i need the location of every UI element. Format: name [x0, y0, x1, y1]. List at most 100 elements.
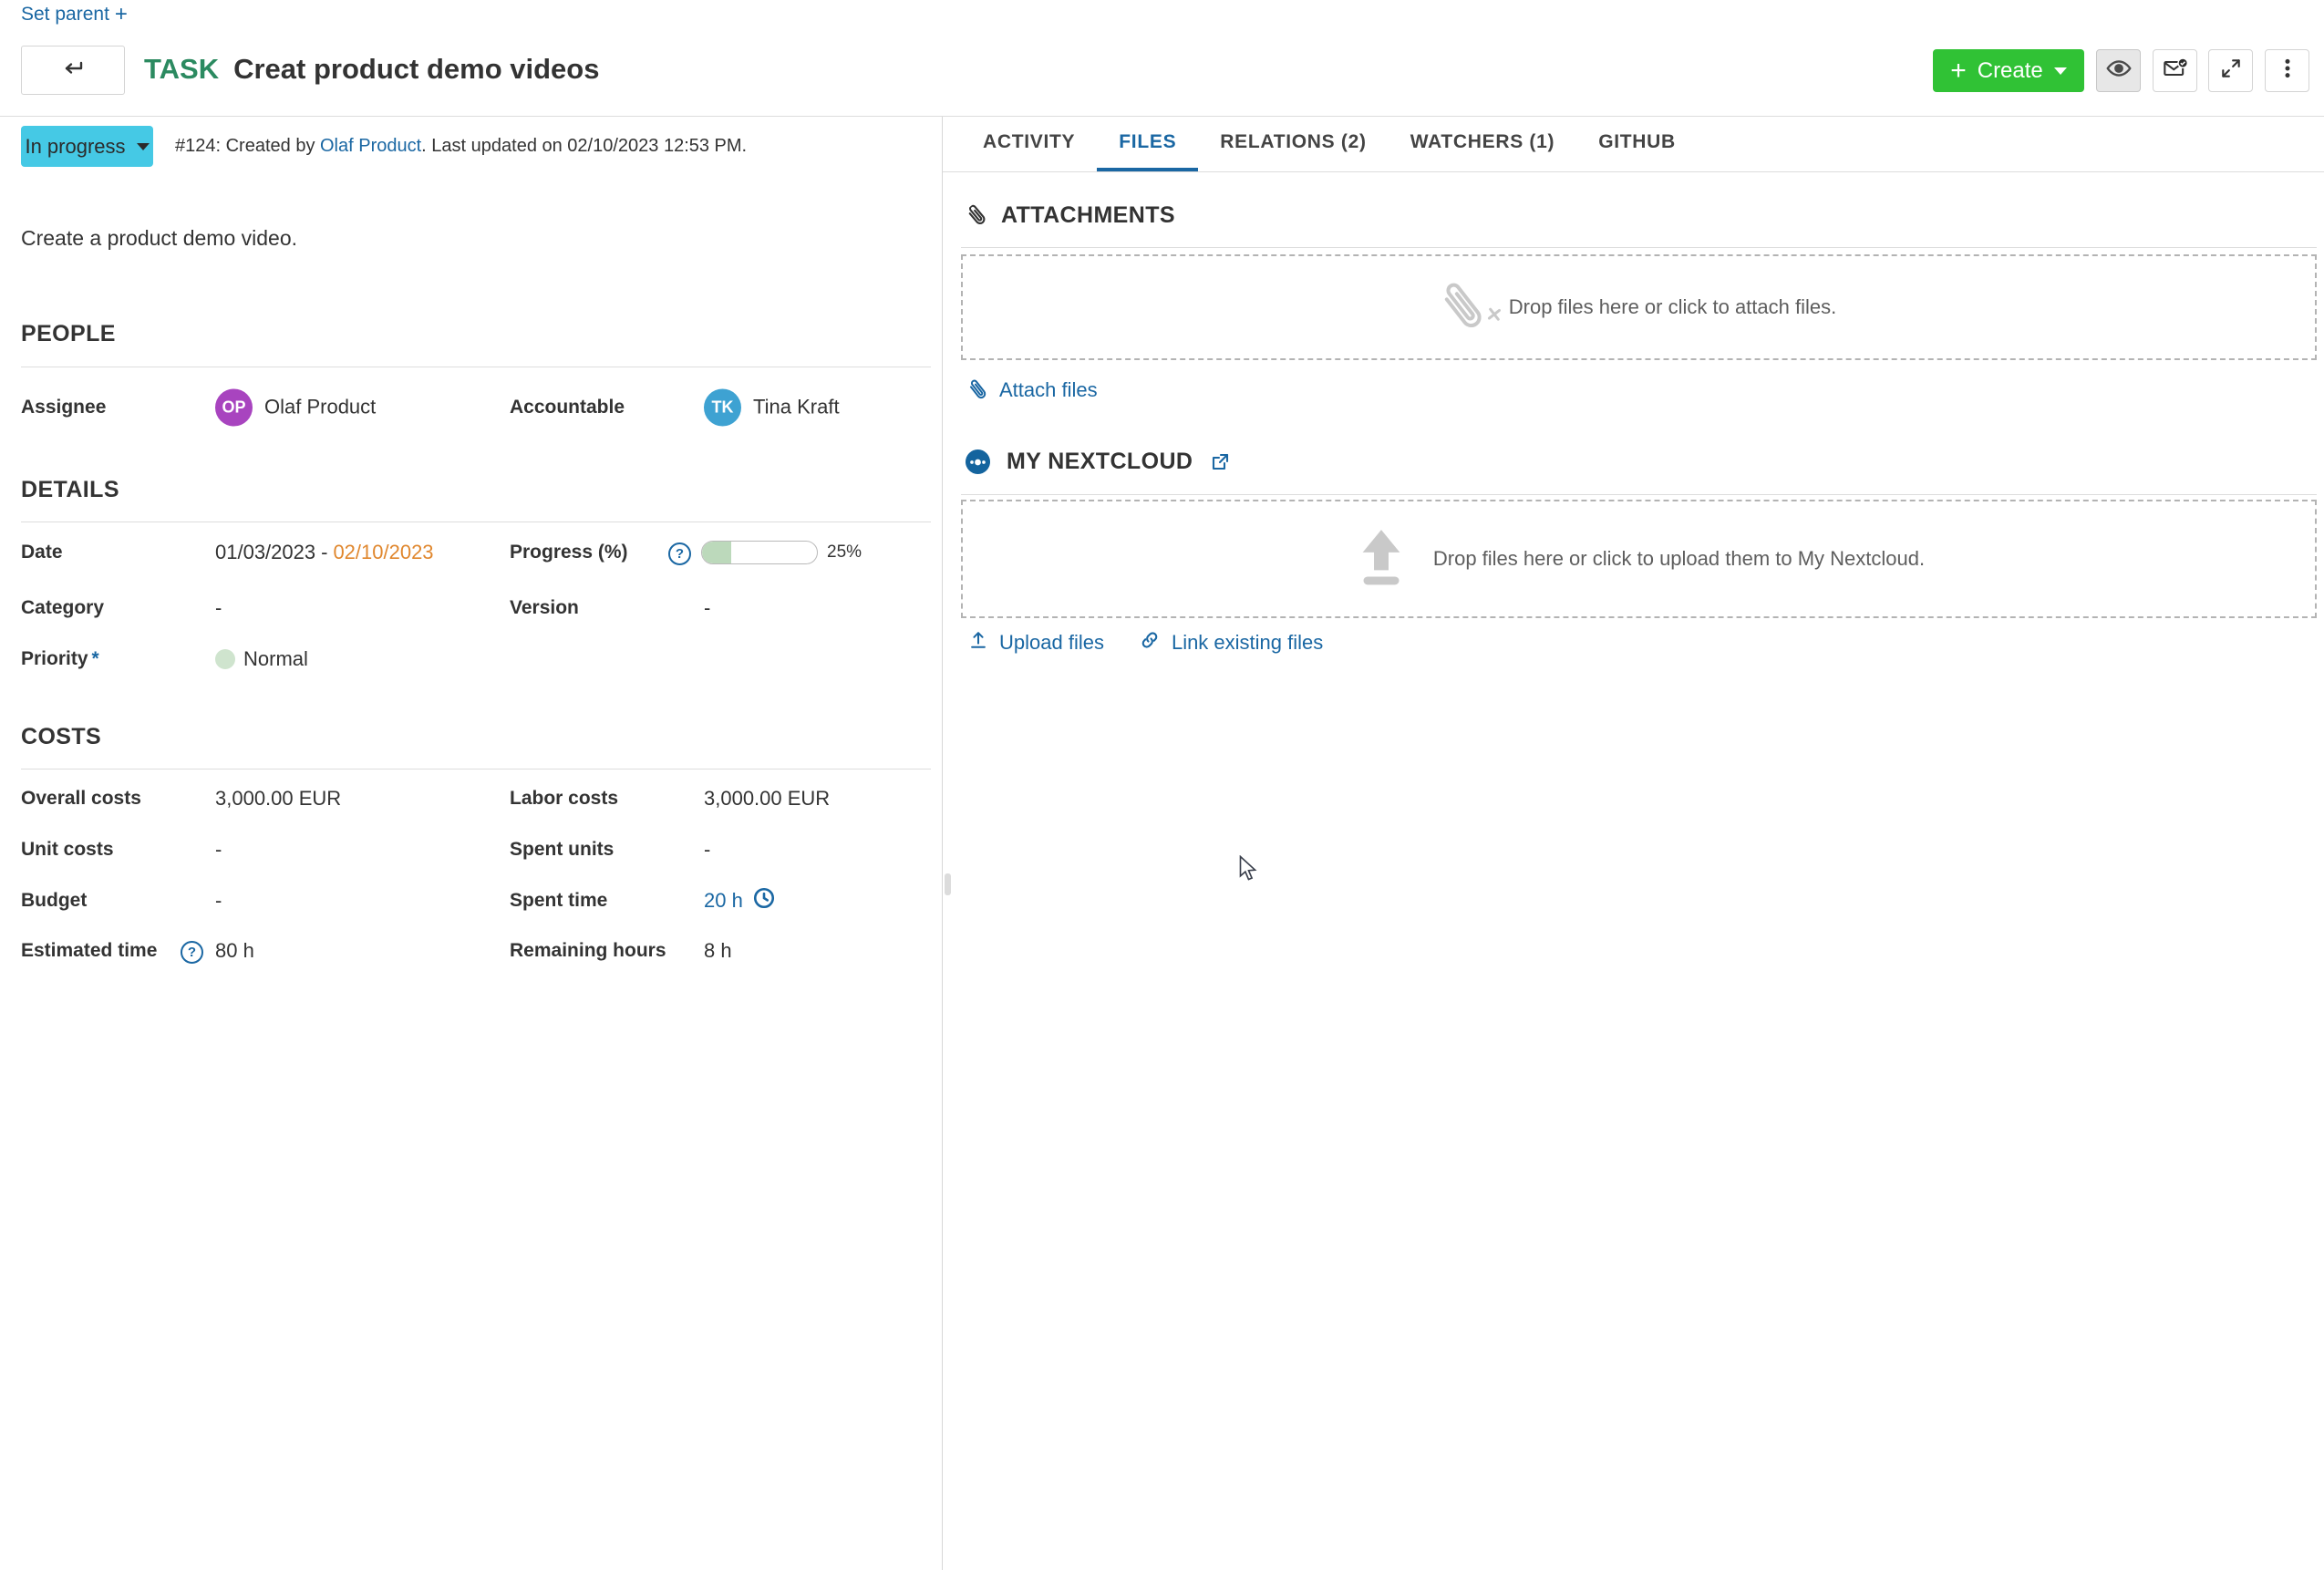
- overall-costs-label: Overall costs: [21, 788, 141, 810]
- nextcloud-dropzone-text: Drop files here or click to upload them …: [1433, 547, 1925, 571]
- attachments-dropzone-text: Drop files here or click to attach files…: [1509, 295, 1836, 319]
- envelope-check-icon: [2163, 56, 2188, 86]
- progress-percent-text: 25%: [827, 542, 862, 563]
- people-row: Assignee OP Olaf Product Accountable TK …: [0, 387, 942, 428]
- costs-section-heading: COSTS: [21, 724, 101, 750]
- page-title: TASK Creat product demo videos: [144, 53, 599, 86]
- category-value[interactable]: -: [215, 596, 222, 620]
- set-parent-link[interactable]: Set parent +: [21, 4, 128, 26]
- attachments-heading: ATTACHMENTS: [966, 202, 1175, 229]
- work-package-meta: #124: Created by Olaf Product. Last upda…: [175, 126, 747, 167]
- required-marker: *: [92, 648, 99, 669]
- spent-time-value[interactable]: 20 h: [704, 886, 776, 915]
- fullscreen-button[interactable]: [2208, 49, 2253, 92]
- work-package-type[interactable]: TASK: [144, 53, 219, 86]
- plus-icon: +: [115, 5, 128, 24]
- avatar: OP: [215, 388, 253, 426]
- help-icon[interactable]: ?: [668, 542, 691, 565]
- plus-icon: +: [1950, 60, 1967, 82]
- version-label: Version: [510, 597, 579, 619]
- more-actions-button[interactable]: [2265, 49, 2309, 92]
- labor-costs-label: Labor costs: [510, 788, 618, 810]
- progress-bar[interactable]: [701, 541, 818, 564]
- priority-row: Priority* Normal: [0, 638, 942, 679]
- chevron-down-icon: [137, 143, 150, 150]
- spent-time-label: Spent time: [510, 890, 607, 912]
- link-existing-files-link[interactable]: Link existing files: [1139, 629, 1323, 656]
- unit-costs-label: Unit costs: [21, 839, 114, 861]
- upload-files-label: Upload files: [999, 631, 1104, 655]
- mouse-cursor: [1238, 855, 1262, 887]
- people-section-heading: PEOPLE: [21, 321, 116, 347]
- unit-costs-value[interactable]: -: [215, 838, 222, 862]
- nextcloud-heading: MY NEXTCLOUD: [966, 449, 1231, 475]
- nextcloud-dropzone[interactable]: Drop files here or click to upload them …: [961, 500, 2317, 618]
- assignee-value[interactable]: OP Olaf Product: [215, 388, 376, 426]
- tab-watchers[interactable]: WATCHERS (1): [1389, 116, 1577, 171]
- labor-costs-value[interactable]: 3,000.00 EUR: [704, 787, 830, 811]
- budget-label: Budget: [21, 890, 87, 912]
- unit-spentunits-row: Unit costs - Spent units -: [0, 829, 942, 870]
- priority-dot-icon: [215, 649, 235, 669]
- back-arrow-icon: [59, 57, 87, 85]
- spent-time-text: 20 h: [704, 889, 743, 913]
- help-icon[interactable]: ?: [181, 941, 203, 964]
- section-divider: [961, 494, 2317, 495]
- attach-files-link[interactable]: Attach files: [968, 378, 1098, 402]
- nextcloud-heading-text: MY NEXTCLOUD: [1007, 449, 1193, 475]
- nextcloud-actions: Upload files Link existing files: [968, 629, 1323, 656]
- spent-units-label: Spent units: [510, 839, 614, 861]
- scrollbar-thumb[interactable]: [945, 873, 951, 895]
- mark-notifications-read-button[interactable]: [2153, 49, 2197, 92]
- priority-value[interactable]: Normal: [215, 647, 308, 671]
- attachments-dropzone[interactable]: Drop files here or click to attach files…: [961, 254, 2317, 360]
- section-divider: [961, 247, 2317, 248]
- status-label: In progress: [25, 135, 125, 159]
- tab-activity[interactable]: ACTIVITY: [961, 116, 1097, 171]
- tab-relations[interactable]: RELATIONS (2): [1198, 116, 1388, 171]
- date-end: 02/10/2023: [333, 541, 433, 563]
- author-link[interactable]: Olaf Product: [320, 136, 421, 157]
- accountable-value[interactable]: TK Tina Kraft: [704, 388, 840, 426]
- work-package-subject[interactable]: Creat product demo videos: [233, 53, 599, 86]
- assignee-label: Assignee: [21, 397, 106, 418]
- meta-prefix: #124: Created by: [175, 136, 320, 157]
- budget-spenttime-row: Budget - Spent time 20 h: [0, 880, 942, 921]
- work-package-page: Set parent + TASK Creat product demo vid…: [0, 0, 2324, 1570]
- date-value[interactable]: 01/03/2023-02/10/2023: [215, 541, 434, 564]
- create-button[interactable]: + Create: [1933, 49, 2084, 92]
- watch-button[interactable]: [2096, 49, 2141, 92]
- version-value[interactable]: -: [704, 596, 710, 620]
- description-text[interactable]: Create a product demo video.: [21, 226, 297, 251]
- status-dropdown[interactable]: In progress: [21, 126, 153, 167]
- upload-files-link[interactable]: Upload files: [968, 629, 1104, 656]
- priority-text: Normal: [243, 647, 308, 671]
- expand-icon: [2219, 57, 2243, 85]
- upload-arrow-icon: [1353, 526, 1410, 592]
- details-section-heading: DETAILS: [21, 477, 119, 503]
- remaining-hours-value[interactable]: 8 h: [704, 939, 732, 963]
- date-progress-row: Date 01/03/2023-02/10/2023 Progress (%) …: [0, 532, 942, 573]
- avatar: TK: [704, 388, 741, 426]
- remaining-hours-label: Remaining hours: [510, 940, 666, 962]
- kebab-menu-icon: [2276, 57, 2299, 85]
- spent-units-value[interactable]: -: [704, 838, 710, 862]
- back-button[interactable]: [21, 46, 125, 95]
- external-link-icon[interactable]: [1209, 451, 1231, 473]
- date-separator: -: [321, 541, 327, 563]
- accountable-label: Accountable: [510, 397, 625, 418]
- attachments-heading-text: ATTACHMENTS: [1001, 202, 1175, 229]
- upload-icon: [968, 629, 988, 656]
- progress-label: Progress (%): [510, 542, 628, 563]
- estimated-time-value[interactable]: 80 h: [215, 939, 254, 963]
- budget-value[interactable]: -: [215, 889, 222, 913]
- priority-label: Priority: [21, 648, 88, 669]
- assignee-name: Olaf Product: [264, 396, 376, 419]
- tab-files[interactable]: FILES: [1097, 116, 1198, 171]
- link-icon: [1139, 629, 1161, 656]
- paperclip-icon: [961, 200, 993, 232]
- tab-github[interactable]: GITHUB: [1576, 116, 1698, 171]
- overall-labor-row: Overall costs 3,000.00 EUR Labor costs 3…: [0, 778, 942, 819]
- overall-costs-value[interactable]: 3,000.00 EUR: [215, 787, 341, 811]
- date-start: 01/03/2023: [215, 541, 315, 563]
